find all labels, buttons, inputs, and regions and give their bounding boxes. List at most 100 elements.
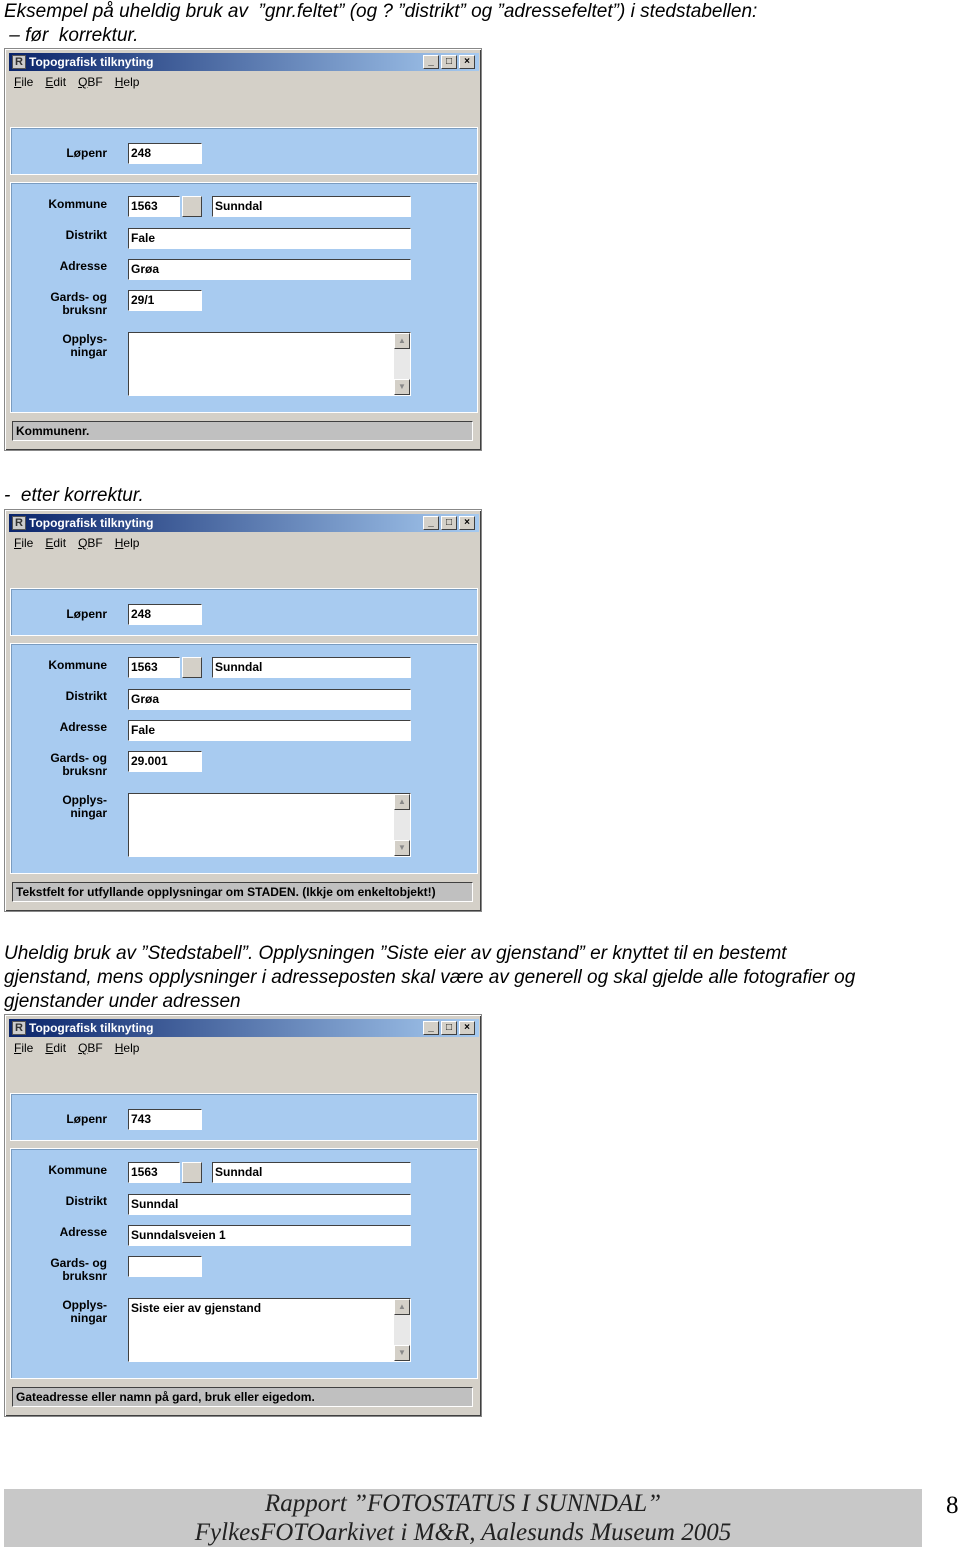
scrollbar[interactable]: ▲ ▼ [394,794,410,856]
lopenr-label: Løpenr [66,146,107,160]
details-panel: Kommune 1563 Sunndal Distrikt Sunndal Ad… [10,1148,478,1379]
menu-qbf[interactable]: QBF [78,75,103,89]
opplysningar-textarea[interactable]: ▲ ▼ [128,793,411,857]
gards-label: Gards- og bruksnr [50,290,107,317]
middle-caption: - etter korrektur. [4,485,144,506]
distrikt-label: Distrikt [65,228,107,242]
lopenr-input[interactable]: 248 [128,604,202,625]
lopenr-panel: Løpenr 743 [10,1093,478,1141]
kommune-lookup-button[interactable] [182,196,202,217]
maximize-icon[interactable]: □ [441,1021,457,1035]
minimize-icon[interactable]: _ [423,516,439,530]
kommune-label: Kommune [48,658,107,672]
status-bar: Kommunenr. [12,421,473,441]
adresse-input[interactable]: Grøa [128,259,411,280]
adresse-label: Adresse [59,720,107,734]
footer-line-2: FylkesFOTOarkivet i M&R, Aalesunds Museu… [194,1519,732,1546]
opplysningar-textarea[interactable]: ▲ ▼ [128,332,411,396]
lopenr-input[interactable]: 743 [128,1109,202,1130]
status-bar: Tekstfelt for utfyllande opplysningar om… [12,882,473,902]
status-bar: Gateadresse eller namn på gard, bruk ell… [12,1387,473,1407]
app-icon: R [12,1021,26,1035]
scroll-down-icon[interactable]: ▼ [394,840,410,856]
window-title: Topografisk tilknyting [29,516,154,530]
lopenr-label: Løpenr [66,1112,107,1126]
topografisk-window: R Topografisk tilknyting _ □ × File Edit… [4,48,482,451]
title-bar[interactable]: R Topografisk tilknyting _ □ × [9,53,479,71]
distrikt-input[interactable]: Grøa [128,689,411,710]
menu-qbf[interactable]: QBF [78,536,103,550]
kommune-name-input[interactable]: Sunndal [212,196,411,217]
gards-input[interactable] [128,1256,202,1277]
opplysningar-textarea[interactable]: Siste eier av gjenstand ▲ ▼ [128,1298,411,1362]
maximize-icon[interactable]: □ [441,516,457,530]
scroll-up-icon[interactable]: ▲ [394,1299,410,1315]
scroll-down-icon[interactable]: ▼ [394,1345,410,1361]
scroll-down-icon[interactable]: ▼ [394,379,410,395]
app-icon: R [12,516,26,530]
kommune-lookup-button[interactable] [182,1162,202,1183]
window-title: Topografisk tilknyting [29,1021,154,1035]
kommune-lookup-button[interactable] [182,657,202,678]
minimize-icon[interactable]: _ [423,55,439,69]
footer-line-1: Rapport ”FOTOSTATUS I SUNNDAL” [264,1490,662,1517]
menu-edit[interactable]: Edit [45,75,66,89]
page-number: 8 [946,1492,959,1519]
paragraph-line-2: gjenstand, mens opplysninger i adressepo… [4,967,856,988]
opplysningar-label: Opplys- ningar [62,1298,107,1325]
details-panel: Kommune 1563 Sunndal Distrikt Grøa Adres… [10,643,478,874]
kommune-nr-input[interactable]: 1563 [128,196,180,217]
menu-qbf[interactable]: QBF [78,1041,103,1055]
title-bar[interactable]: R Topografisk tilknyting _ □ × [9,1019,479,1037]
gards-input[interactable]: 29.001 [128,751,202,772]
gards-label: Gards- og bruksnr [50,1256,107,1283]
kommune-nr-input[interactable]: 1563 [128,1162,180,1183]
menu-file[interactable]: File [14,75,33,89]
title-bar[interactable]: R Topografisk tilknyting _ □ × [9,514,479,532]
scroll-up-icon[interactable]: ▲ [394,794,410,810]
opplysningar-label: Opplys- ningar [62,793,107,820]
menu-help[interactable]: Help [115,75,140,89]
intro-line-2: – før korrektur. [4,25,139,46]
menu-edit[interactable]: Edit [45,536,66,550]
menu-bar: File Edit QBF Help [14,1041,139,1055]
distrikt-label: Distrikt [65,1194,107,1208]
lopenr-input[interactable]: 248 [128,143,202,164]
menu-file[interactable]: File [14,1041,33,1055]
gards-label: Gards- og bruksnr [50,751,107,778]
lopenr-panel: Løpenr 248 [10,588,478,636]
adresse-label: Adresse [59,1225,107,1239]
close-icon[interactable]: × [459,1021,475,1035]
menu-edit[interactable]: Edit [45,1041,66,1055]
kommune-label: Kommune [48,1163,107,1177]
distrikt-input[interactable]: Sunndal [128,1194,411,1215]
kommune-label: Kommune [48,197,107,211]
menu-bar: File Edit QBF Help [14,75,139,89]
scroll-up-icon[interactable]: ▲ [394,333,410,349]
paragraph-line-1: Uheldig bruk av ”Stedstabell”. Opplysnin… [4,943,787,964]
menu-help[interactable]: Help [115,536,140,550]
adresse-input[interactable]: Fale [128,720,411,741]
adresse-label: Adresse [59,259,107,273]
app-icon: R [12,55,26,69]
close-icon[interactable]: × [459,55,475,69]
kommune-name-input[interactable]: Sunndal [212,657,411,678]
menu-help[interactable]: Help [115,1041,140,1055]
page-footer: Rapport ”FOTOSTATUS I SUNNDAL” FylkesFOT… [4,1489,922,1547]
minimize-icon[interactable]: _ [423,1021,439,1035]
lopenr-panel: Løpenr 248 [10,127,478,175]
close-icon[interactable]: × [459,516,475,530]
menu-file[interactable]: File [14,536,33,550]
intro-line-1: Eksempel på uheldig bruk av ”gnr.feltet”… [4,1,758,22]
distrikt-input[interactable]: Fale [128,228,411,249]
gards-input[interactable]: 29/1 [128,290,202,311]
kommune-nr-input[interactable]: 1563 [128,657,180,678]
adresse-input[interactable]: Sunndalsveien 1 [128,1225,411,1246]
scrollbar[interactable]: ▲ ▼ [394,1299,410,1361]
kommune-name-input[interactable]: Sunndal [212,1162,411,1183]
scrollbar[interactable]: ▲ ▼ [394,333,410,395]
maximize-icon[interactable]: □ [441,55,457,69]
distrikt-label: Distrikt [65,689,107,703]
opplysningar-label: Opplys- ningar [62,332,107,359]
window-title: Topografisk tilknyting [29,55,154,69]
